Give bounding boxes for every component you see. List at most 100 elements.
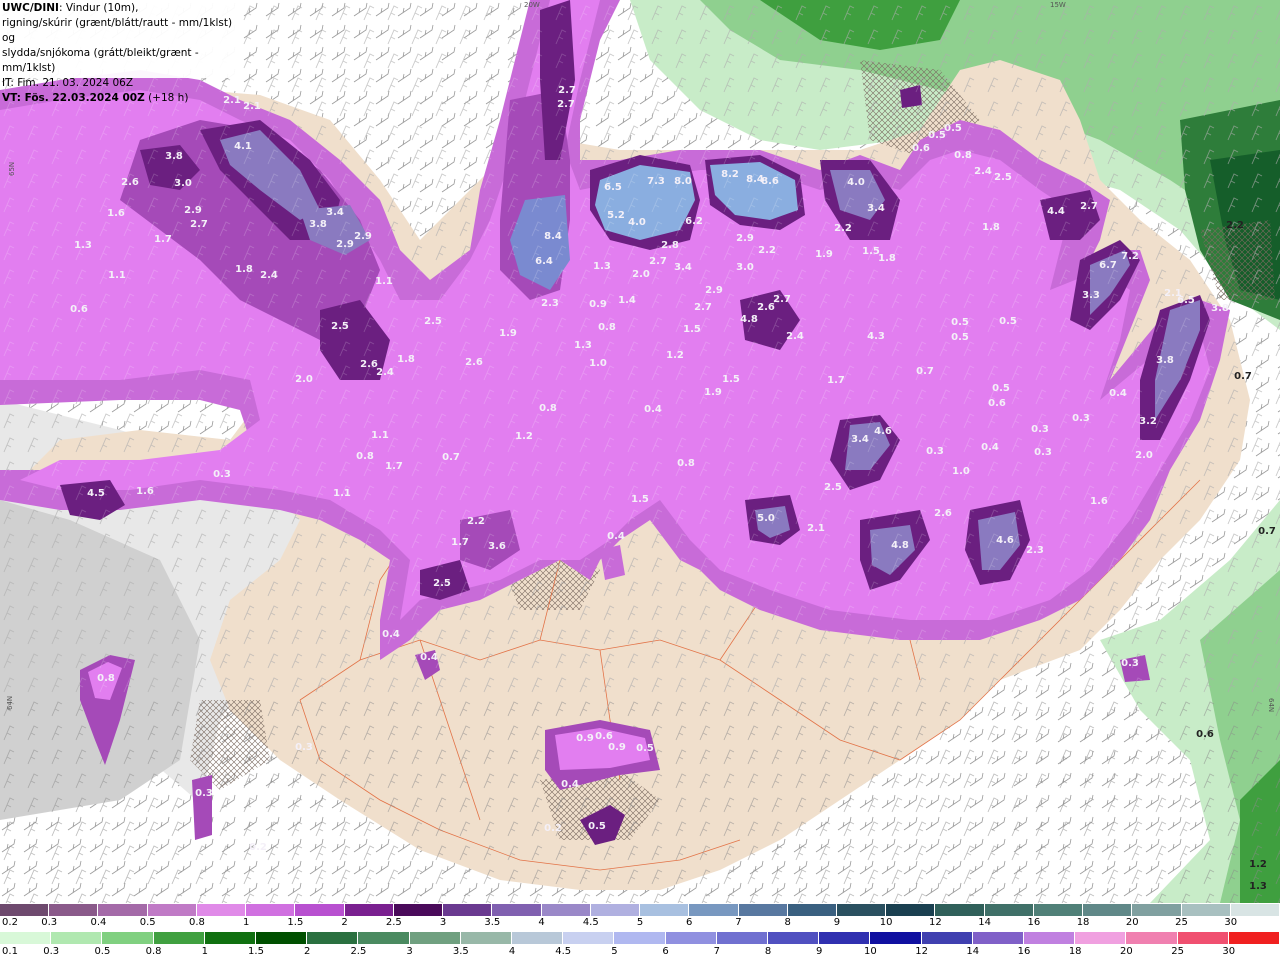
precip-value-label: 0.4 [607, 531, 625, 542]
legend-label: 2 [341, 917, 348, 928]
legend-label: 25 [1171, 946, 1184, 957]
precip-value-label: 1.1 [375, 276, 393, 287]
legend-swatch [153, 932, 205, 944]
legend-swatch [344, 904, 394, 916]
precip-value-label: 4.8 [740, 314, 758, 325]
legend-label: 10 [864, 946, 877, 957]
precip-value-label: 2.0 [295, 374, 313, 385]
legend-label: 0.5 [139, 917, 156, 928]
legend-label: 30 [1222, 946, 1236, 957]
legend-swatch [1177, 932, 1229, 944]
precip-value-label: 8.4 [544, 231, 562, 242]
valid-time: VT: Fös. 22.03.2024 00Z [2, 92, 145, 104]
precip-value-label: 0.9 [576, 733, 594, 744]
legend-swatch [836, 904, 887, 916]
precip-value-label: 0.8 [539, 403, 557, 414]
legend-swatch [358, 932, 410, 944]
precip-value-label: 4.0 [628, 217, 646, 228]
precip-value-label: 2.0 [1135, 450, 1153, 461]
precip-value-label: 2.4 [974, 166, 992, 177]
precip-value-label: 6.5 [1177, 295, 1195, 306]
precip-value-label: 1.5 [722, 374, 740, 385]
precip-value-label: 2.6 [121, 177, 139, 188]
lead-time: (+18 h) [144, 92, 189, 104]
title-line-2: rigning/skúrir (grænt/blátt/rautt - mm/1… [2, 17, 233, 44]
legend-swatch [563, 932, 615, 944]
weather-map: 2.12.14.13.82.6 3.01.6 2.92.73.43.82.92.91… [0, 0, 1280, 903]
legend-label: 30 [1224, 917, 1238, 928]
precip-value-label: 0.3 [1072, 413, 1090, 424]
legend-swatch [1230, 904, 1280, 916]
legend-label: 6 [686, 917, 693, 928]
precip-value-label: 0.6 [70, 304, 88, 315]
precip-value-label: 1.3 [74, 240, 92, 251]
precip-value-label: 1.8 [982, 222, 1000, 233]
precip-value-label: 4.8 [891, 540, 909, 551]
precip-value-label: 0.6 [1196, 729, 1214, 740]
precip-value-label: 4.4 [1047, 206, 1065, 217]
legend-label: 4.5 [582, 917, 599, 928]
precip-value-label: 0.5 [951, 317, 969, 328]
legend-swatch [738, 904, 788, 916]
precip-value-label: 4.6 [996, 535, 1014, 546]
precip-value-label: 2.2 [834, 223, 852, 234]
precip-value-label: 0.7 [1234, 371, 1252, 382]
precip-value-label: 0.5 [944, 123, 962, 134]
precip-value-label: 3.4 [851, 434, 869, 445]
legend-label: 0.2 [2, 917, 18, 928]
precip-value-label: 2.3 [541, 298, 559, 309]
precip-value-label: 2.7 [1080, 201, 1098, 212]
precip-value-label: 2.5 [331, 321, 349, 332]
legend-swatch [0, 904, 50, 916]
precip-value-label: 0.5 [588, 821, 606, 832]
legend-swatch [460, 932, 513, 944]
title-line-4: IT: Fim. 21. 03. 2024 06Z [2, 77, 134, 89]
legend-swatch [716, 932, 769, 944]
legend-label: 3.5 [452, 946, 469, 957]
legend-swatch [204, 932, 257, 944]
precip-value-label: 2.9 [354, 231, 372, 242]
legend-label: 25 [1175, 917, 1188, 928]
legend-swatch [393, 904, 444, 916]
precip-value-label: 1.1 [108, 270, 126, 281]
legend-swatch [512, 932, 564, 944]
precip-value-label: 3.3 [1082, 290, 1100, 301]
legend-swatch [98, 904, 148, 916]
precip-value-label: 1.2 [515, 431, 533, 442]
precip-value-label: 0.7 [442, 452, 460, 463]
precip-value-label: 1.3 [574, 340, 592, 351]
precip-value-label: 1.6 [1090, 496, 1108, 507]
precip-value-label: 4.1 [234, 141, 252, 152]
legend-swatch [819, 932, 871, 944]
legend-label: 9 [833, 917, 841, 928]
precip-value-label: 3.8 [165, 151, 183, 162]
precip-value-label: 3.4 [674, 262, 692, 273]
precip-value-label: 3.0 [736, 262, 754, 273]
legend-label: 1.5 [287, 917, 304, 928]
legend-swatch [972, 932, 1025, 944]
legend-label: 7 [735, 917, 742, 928]
precip-value-label: 0.6 [595, 731, 613, 742]
legend-label: 10 [879, 917, 893, 928]
precip-value-label: 2.2 [1226, 220, 1244, 231]
legend-swatch [935, 904, 985, 916]
precip-value-label: 2.6 [757, 302, 775, 313]
precip-value-label: 0.3 [1121, 658, 1139, 669]
legend-label: 14 [966, 946, 980, 957]
legend-label: 20 [1120, 946, 1133, 957]
precip-value-label: 2.9 [705, 285, 723, 296]
legend-label: 9 [816, 946, 823, 957]
precip-value-label: 2.6 [465, 357, 483, 368]
precip-value-label: 6.4 [535, 256, 553, 267]
rain-legend-labels: 0.1 0.3 0.5 0.8 1 1.5 2 2.5 3 3.5 4 4.5 5 6 7 8 9 10 12 14 1… [0, 946, 1280, 958]
precip-value-label: 1.7 [827, 375, 845, 386]
legend-swatch [295, 904, 345, 916]
legend-swatch [0, 932, 52, 944]
precip-value-label: 4.0 [847, 177, 865, 188]
legend-label: 1.5 [248, 946, 264, 957]
legend-swatch [590, 904, 641, 916]
precip-value-label: 2.0 [632, 269, 650, 280]
legend-label: 3 [439, 917, 447, 928]
grid-label-64n-left: 64N [6, 696, 14, 710]
legend-swatch [689, 904, 739, 916]
